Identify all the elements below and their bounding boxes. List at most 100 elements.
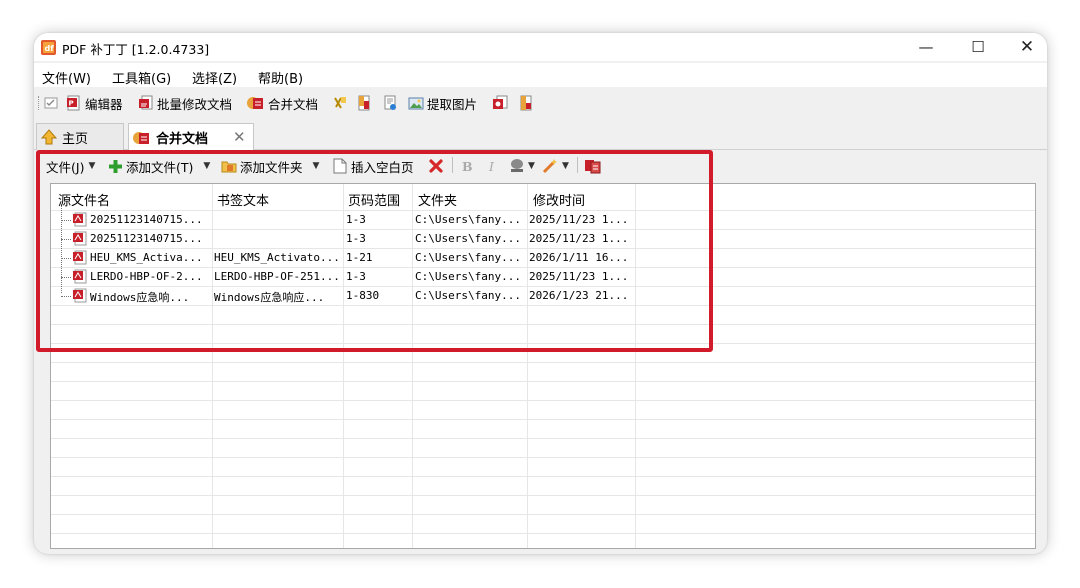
cell-modified-time: 2025/11/23 1... (529, 213, 629, 226)
row-divider (51, 343, 1035, 344)
tree-connector (61, 277, 71, 278)
row-divider (51, 438, 1035, 439)
table-row[interactable]: 20251123140715... 1-3 C:\Users\fany... 2… (51, 230, 641, 249)
insert-blank-label: 插入空白页 (351, 159, 414, 175)
merge-toolbar: 文件(J) ▼ 添加文件(T) ▼ 添加文件夹 ▼ 插入空白页 B I ▼ ▼ (34, 151, 1047, 179)
add-file-button[interactable]: 添加文件(T) ▼ (108, 156, 210, 176)
tab-home-label: 主页 (62, 131, 89, 147)
cell-source-file: 20251123140715... (90, 213, 203, 226)
toolbar-separator (577, 157, 578, 173)
toolbar-separator (452, 157, 453, 173)
pdf-bookmark-icon (358, 95, 370, 111)
cell-modified-time: 2025/11/23 1... (529, 232, 629, 245)
delete-x-icon (429, 159, 443, 173)
table-row[interactable]: LERDO-HBP-OF-2... LERDO-HBP-OF-251... 1-… (51, 268, 641, 287)
pdf-file-icon (73, 212, 87, 227)
pdf-file-icon (73, 231, 87, 246)
app-logo-icon: df (41, 40, 56, 55)
chevron-down-icon: ▼ (528, 161, 535, 171)
batch-modify-label: 批量修改文档 (157, 96, 233, 112)
merge-label: 合并文档 (268, 96, 319, 112)
row-divider (51, 381, 1035, 382)
row-divider (51, 533, 1035, 534)
bookmark-style-button[interactable]: ▼ (508, 156, 535, 176)
editor-button[interactable]: P 编辑器 (66, 93, 123, 113)
column-header-page-range[interactable]: 页码范围 (348, 190, 400, 209)
ocr-button[interactable] (332, 93, 348, 113)
merge-file-label: 文件(J) (46, 159, 85, 175)
tab-close-icon[interactable]: ✕ (233, 128, 246, 146)
tab-home[interactable]: 主页 (36, 123, 124, 150)
svg-text:df: df (45, 44, 55, 53)
column-header-bookmark-text[interactable]: 书签文本 (217, 190, 269, 209)
text-tool-icon (334, 97, 346, 109)
menu-help[interactable]: 帮助(B) (258, 68, 303, 87)
tree-connector (61, 296, 71, 297)
editor-label: 编辑器 (85, 96, 123, 112)
app-window: df PDF 补丁丁 [1.2.0.4733] — ☐ ✕ 文件(W) 工具箱(… (34, 33, 1047, 554)
chevron-down-icon: ▼ (203, 161, 211, 171)
pdf-file-icon (73, 288, 87, 303)
merge-button[interactable]: 合并文档 (247, 93, 318, 113)
add-folder-button[interactable]: 添加文件夹 ▼ (221, 156, 319, 176)
pdf-tool-button[interactable] (518, 93, 534, 113)
checkbox-icon (44, 97, 58, 109)
stamp-icon (511, 159, 523, 172)
table-row[interactable]: 20251123140715... 1-3 C:\Users\fany... 2… (51, 211, 641, 230)
close-button[interactable]: ✕ (1007, 35, 1047, 59)
table-row[interactable]: Windows应急响... Windows应急响应... 1-830 C:\Us… (51, 287, 641, 306)
menu-file[interactable]: 文件(W) (42, 68, 91, 87)
blank-page-icon (333, 158, 347, 174)
merge-pdf-icon (585, 160, 601, 174)
row-divider (51, 476, 1035, 477)
tab-merge[interactable]: 合并文档 ✕ (128, 123, 254, 151)
minimize-button[interactable]: — (906, 35, 946, 59)
cell-source-file: Windows应急响... (90, 291, 190, 304)
bold-button[interactable]: B (462, 156, 473, 176)
extract-images-label: 提取图片 (427, 96, 478, 112)
cell-bookmark-text: HEU_KMS_Activato... (214, 251, 340, 264)
pdf-page-icon (520, 95, 532, 111)
pdf-file-icon (73, 250, 87, 265)
title-bar: df PDF 补丁丁 [1.2.0.4733] — ☐ ✕ (34, 33, 1047, 61)
tab-strip: 主页 合并文档 ✕ (34, 119, 1047, 151)
table-row[interactable]: HEU_KMS_Activa... HEU_KMS_Activato... 1-… (51, 249, 641, 268)
row-divider (51, 400, 1035, 401)
cell-bookmark-text: LERDO-HBP-OF-251... (214, 270, 340, 283)
bookmark-button[interactable] (356, 93, 372, 113)
italic-button[interactable]: I (489, 156, 494, 176)
merge-file-list[interactable]: 源文件名 书签文本 页码范围 文件夹 修改时间 20251123140715..… (50, 183, 1036, 549)
insert-blank-button[interactable]: 插入空白页 (333, 156, 414, 176)
menu-toolbox[interactable]: 工具箱(G) (112, 68, 171, 87)
info-button[interactable] (382, 93, 398, 113)
merge-file-menu[interactable]: 文件(J) ▼ (46, 156, 95, 176)
column-header-source-file[interactable]: 源文件名 (58, 190, 110, 209)
row-divider (51, 419, 1035, 420)
chevron-down-icon: ▼ (312, 161, 320, 171)
magic-wand-icon (542, 159, 557, 174)
batch-pdf-icon (139, 95, 153, 110)
batch-modify-button[interactable]: 批量修改文档 (138, 93, 232, 113)
extract-images-button[interactable]: 提取图片 (408, 93, 477, 113)
tools-button[interactable]: ▼ (542, 156, 569, 176)
pdf-convert-button[interactable] (492, 93, 508, 113)
main-toolbar: P 编辑器 批量修改文档 合并文档 提取图片 (34, 90, 1047, 116)
delete-button[interactable] (428, 156, 444, 176)
chevron-down-icon: ▼ (88, 161, 96, 171)
cell-source-file: 20251123140715... (90, 232, 203, 245)
column-header-modified-time[interactable]: 修改时间 (533, 190, 585, 209)
merge-pdf-icon (133, 131, 149, 144)
row-divider (51, 457, 1035, 458)
cell-modified-time: 2026/1/23 21... (529, 289, 629, 302)
merge-run-button[interactable] (584, 156, 602, 176)
menu-select[interactable]: 选择(Z) (192, 68, 237, 87)
window-title: PDF 补丁丁 [1.2.0.4733] (62, 42, 210, 57)
checkbox-toggle[interactable] (44, 93, 58, 113)
column-header-folder[interactable]: 文件夹 (418, 190, 457, 209)
cell-page-range: 1-3 (346, 270, 366, 283)
chevron-down-icon: ▼ (562, 161, 569, 171)
document-info-icon (384, 95, 396, 110)
pdf-file-icon (73, 269, 87, 284)
maximize-button[interactable]: ☐ (958, 35, 998, 59)
merge-pdf-icon (247, 97, 263, 109)
